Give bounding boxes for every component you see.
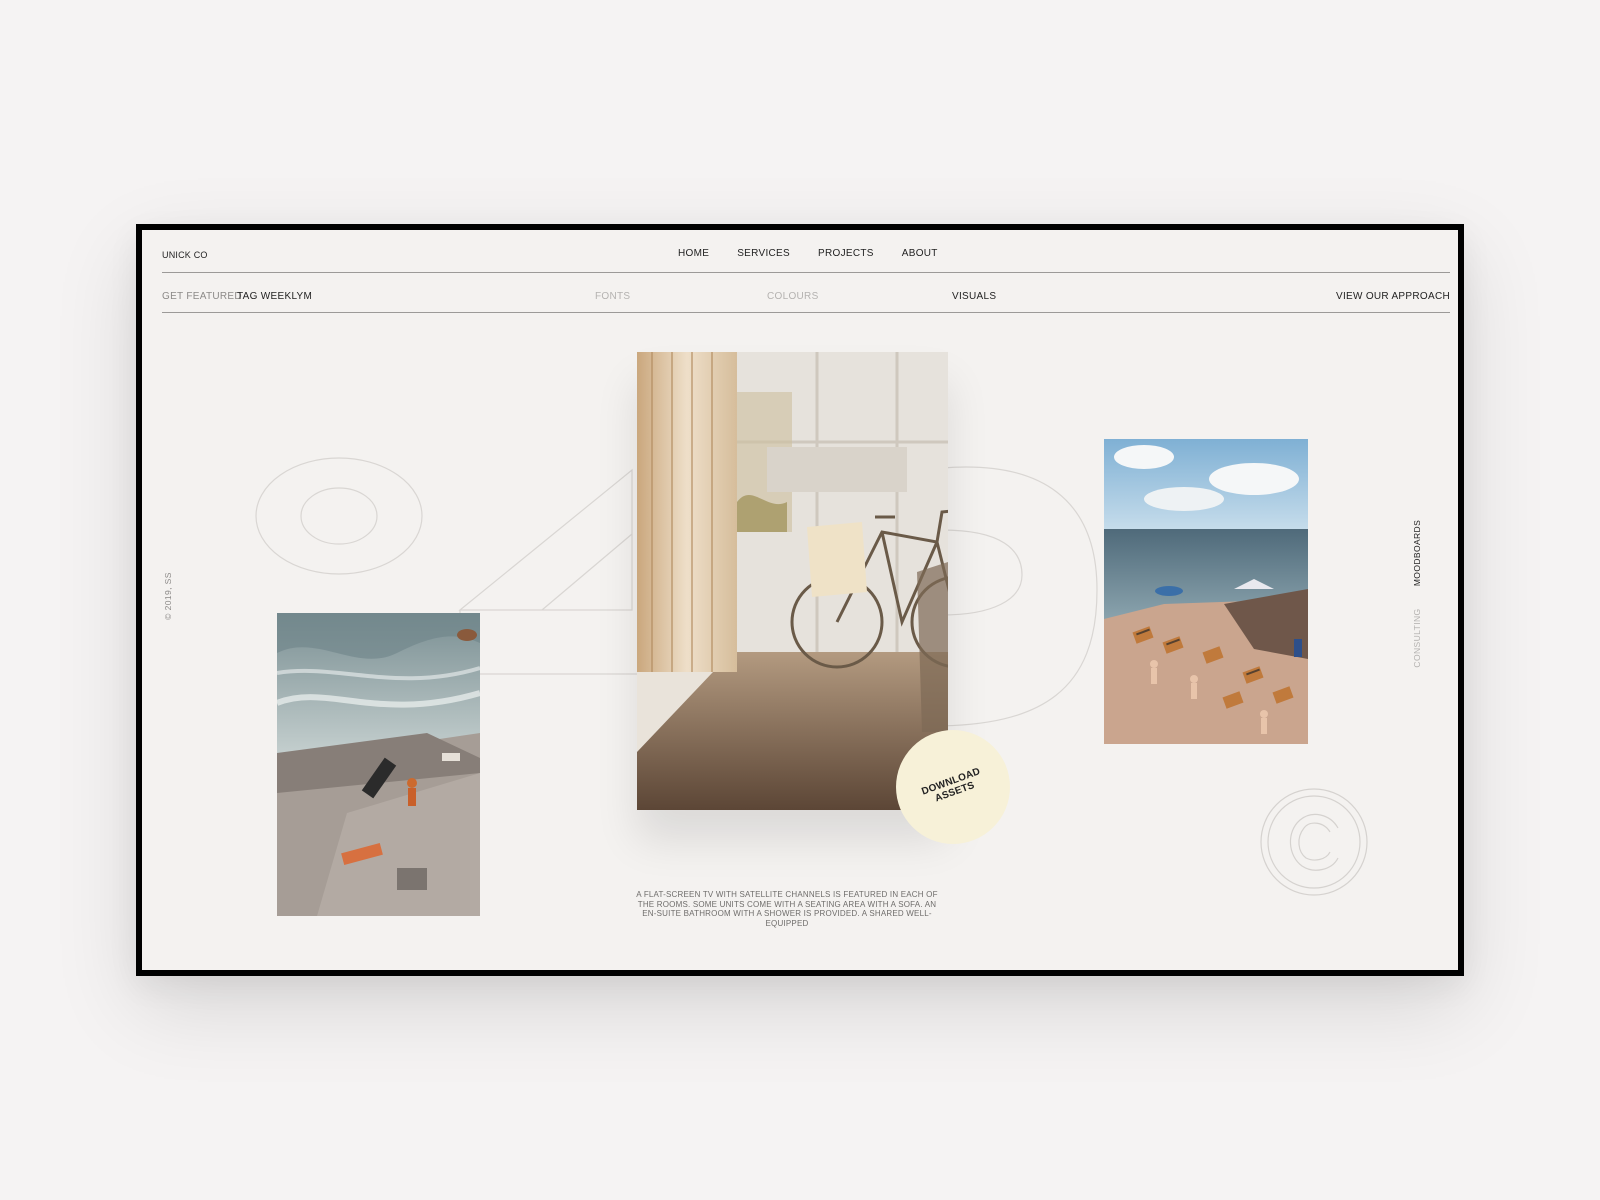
copyright-text: © 2019, SS: [163, 572, 173, 620]
tag-weeklym-link[interactable]: TAG WEEKLYM: [237, 291, 312, 302]
tab-fonts[interactable]: FONTS: [595, 291, 630, 302]
header-divider: [162, 272, 1450, 273]
photo-sea-pool[interactable]: [277, 613, 480, 916]
room-description-caption: A FLAT-SCREEN TV WITH SATELLITE CHANNELS…: [636, 890, 938, 928]
tab-visuals[interactable]: VISUALS: [952, 291, 996, 302]
photo-bicycle-window[interactable]: [637, 352, 948, 810]
brand-logo[interactable]: UNICK CO: [162, 250, 208, 260]
main-nav: HOME SERVICES PROJECTS ABOUT: [678, 248, 938, 259]
bicycle-window-image: [637, 352, 948, 810]
nav-services[interactable]: SERVICES: [737, 248, 790, 259]
download-assets-button[interactable]: DOWNLOAD ASSETS: [896, 730, 1010, 844]
download-assets-label: DOWNLOAD ASSETS: [920, 766, 982, 805]
browser-frame: UNICK CO HOME SERVICES PROJECTS ABOUT GE…: [136, 224, 1464, 976]
subbar-divider: [162, 312, 1450, 313]
nav-home[interactable]: HOME: [678, 248, 709, 259]
get-featured-label: GET FEATURED: [162, 291, 242, 302]
view-approach-link[interactable]: VIEW OUR APPROACH: [1336, 291, 1450, 302]
photo-beach-deck-chairs[interactable]: [1104, 439, 1308, 744]
nav-about[interactable]: ABOUT: [902, 248, 938, 259]
page-screen: UNICK CO HOME SERVICES PROJECTS ABOUT GE…: [142, 230, 1458, 970]
side-menu-moodboards[interactable]: MOODBOARDS: [1412, 518, 1422, 588]
copyright-symbol-icon: [1260, 788, 1368, 896]
tab-colours[interactable]: COLOURS: [767, 291, 819, 302]
sea-pool-image: [277, 613, 480, 916]
nav-projects[interactable]: PROJECTS: [818, 248, 874, 259]
beach-deck-chairs-image: [1104, 439, 1308, 744]
side-menu-consulting[interactable]: CONSULTING: [1412, 603, 1422, 673]
